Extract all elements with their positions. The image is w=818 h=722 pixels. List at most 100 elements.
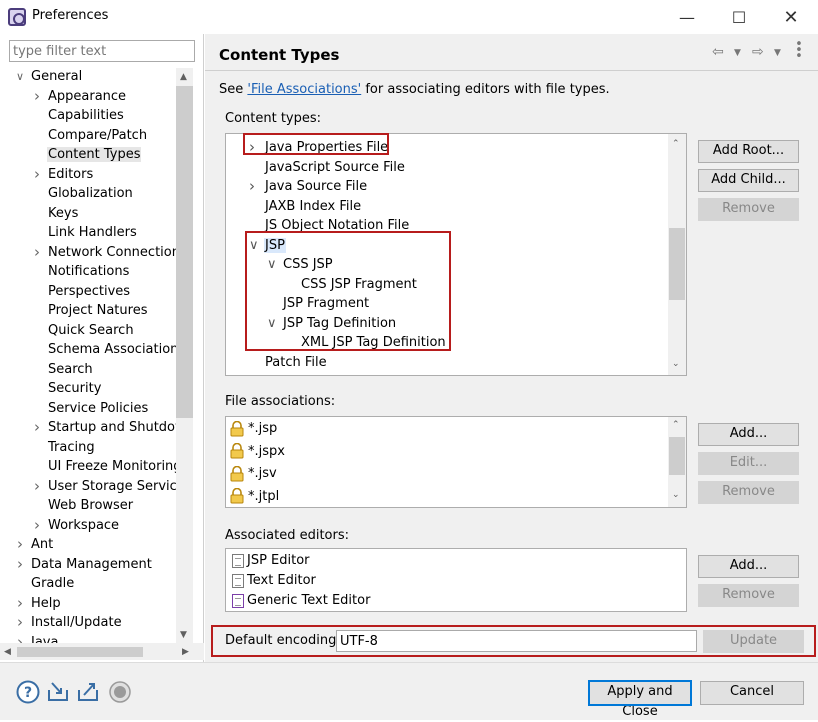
chevron-right-icon[interactable]: › [32,87,42,107]
tree-item-quick-search[interactable]: Quick Search [47,321,135,341]
tree-item-network-connections[interactable]: › Network Connections [34,243,176,263]
tree-item-general[interactable]: ∨ General [16,67,83,87]
tree-item-editors[interactable]: › Editors [34,165,94,185]
edit-file-association-button[interactable]: Edit... [698,452,799,475]
chevron-right-icon[interactable]: › [32,418,42,438]
chevron-right-icon[interactable]: › [15,594,25,614]
tree-item-web-browser[interactable]: Web Browser [47,496,134,516]
tree-item-label: Editors [48,166,94,182]
tree-item-project-natures[interactable]: Project Natures [47,301,148,321]
scroll-right-icon[interactable]: ▶ [182,647,189,657]
tree-item-perspectives[interactable]: Perspectives [47,282,131,302]
file-associations-scroll-thumb[interactable] [669,437,685,475]
content-type-item[interactable]: Patch File [264,353,328,373]
close-icon[interactable]: ✕ [768,0,814,34]
remove-file-association-button[interactable]: Remove [698,481,799,504]
content-type-item[interactable]: JAXB Index File [264,197,362,217]
import-icon[interactable] [46,680,70,704]
chevron-right-icon[interactable]: › [15,555,25,575]
forward-icon[interactable]: ⇨ [752,44,764,60]
export-icon[interactable] [76,680,100,704]
default-encoding-input[interactable] [336,630,697,652]
tree-item-help[interactable]: › Help [17,594,62,614]
chevron-down-icon[interactable]: ∨ [15,67,25,87]
file-association-item[interactable]: *.jsv [230,464,277,484]
tree-item-java[interactable]: › Java [17,633,59,644]
filter-input[interactable] [9,40,195,62]
lock-icon [230,465,244,481]
scroll-up-icon[interactable]: ⌃ [672,139,680,149]
chevron-right-icon[interactable]: › [32,516,42,536]
cancel-button[interactable]: Cancel [700,681,804,705]
tree-item-workspace[interactable]: › Workspace [34,516,120,536]
remove-editor-button[interactable]: Remove [698,584,799,607]
associated-editor-item[interactable]: JSP Editor [232,551,310,571]
add-child-button[interactable]: Add Child... [698,169,799,192]
associated-editor-item[interactable]: Text Editor [232,571,316,591]
tree-item-keys[interactable]: Keys [47,204,79,224]
tree-item-startup-and-shutdown[interactable]: › Startup and Shutdown [34,418,176,438]
tree-item-tracing[interactable]: Tracing [47,438,96,458]
lock-icon [230,488,244,504]
scroll-down-icon[interactable]: ▼ [180,630,187,640]
help-icon[interactable]: ? [16,680,40,704]
file-associations-link[interactable]: 'File Associations' [247,82,361,97]
tree-item-notifications[interactable]: Notifications [47,262,130,282]
tree-item-globalization[interactable]: Globalization [47,184,134,204]
chevron-right-icon[interactable]: › [32,243,42,263]
content-type-item[interactable]: › Java Source File [249,177,368,197]
tree-item-compare-patch[interactable]: Compare/Patch [47,126,148,146]
content-type-item[interactable]: Patch or Diff File [264,372,372,375]
scroll-down-icon[interactable]: ⌄ [672,359,680,369]
chevron-right-icon[interactable]: › [15,633,25,644]
tree-item-service-policies[interactable]: Service Policies [47,399,149,419]
chevron-right-icon[interactable]: › [32,165,42,185]
record-icon[interactable] [108,680,132,704]
add-editor-button[interactable]: Add... [698,555,799,578]
chevron-right-icon[interactable]: › [249,177,255,197]
tree-item-security[interactable]: Security [47,379,102,399]
chevron-right-icon[interactable]: › [32,477,42,497]
tree-item-search[interactable]: Search [47,360,94,380]
tree-item-link-handlers[interactable]: Link Handlers [47,223,138,243]
add-root-button[interactable]: Add Root... [698,140,799,163]
content-type-item[interactable]: JavaScript Source File [264,158,406,178]
tree-item-ant[interactable]: › Ant [17,535,54,555]
tree-hscroll-thumb[interactable] [17,647,143,657]
scroll-left-icon[interactable]: ◀ [4,647,11,657]
forward-menu-icon[interactable]: ▼ [774,48,781,58]
tree-item-ui-freeze-monitoring[interactable]: UI Freeze Monitoring [47,457,176,477]
associated-editor-item[interactable]: Generic Text Editor [232,591,370,611]
minimize-icon[interactable]: — [664,0,710,34]
file-association-item[interactable]: *.jspx [230,442,285,462]
chevron-right-icon[interactable]: › [15,535,25,555]
tree-item-gradle[interactable]: Gradle [30,574,75,594]
view-menu-icon[interactable]: • • • [795,38,803,63]
back-icon[interactable]: ⇦ [712,44,724,60]
tree-item-appearance[interactable]: › Appearance [34,87,127,107]
maximize-icon[interactable]: ☐ [716,0,762,34]
associated-editors-list[interactable]: JSP Editor Text Editor Generic Text Editor [225,548,687,612]
file-associations-list[interactable]: *.jsp *.jspx *.jsv *.jtpl [225,416,687,508]
chevron-right-icon[interactable]: › [15,613,25,633]
remove-content-type-button[interactable]: Remove [698,198,799,221]
tree-scroll-thumb[interactable] [176,86,193,418]
tree-item-label: User Storage Service [48,478,176,494]
add-file-association-button[interactable]: Add... [698,423,799,446]
tree-item-user-storage-service[interactable]: › User Storage Service [34,477,176,497]
tree-item-data-management[interactable]: › Data Management [17,555,153,575]
scroll-up-icon[interactable]: ⌃ [672,420,680,430]
tree-item-schema-associations[interactable]: Schema Associations [47,340,176,360]
apply-and-close-button[interactable]: Apply and Close [588,680,692,719]
scroll-down-icon[interactable]: ⌄ [672,490,680,500]
scroll-up-icon[interactable]: ▲ [180,72,187,82]
update-button[interactable]: Update [703,630,804,653]
content-types-scroll-thumb[interactable] [669,228,685,300]
tree-item-capabilities[interactable]: Capabilities [47,106,125,126]
tree-item-label: Quick Search [48,322,134,338]
tree-item-content-types[interactable]: Content Types [47,145,142,165]
tree-item-install-update[interactable]: › Install/Update [17,613,123,633]
file-association-item[interactable]: *.jtpl [230,487,279,507]
file-association-item[interactable]: *.jsp [230,419,277,439]
back-menu-icon[interactable]: ▼ [734,48,741,58]
